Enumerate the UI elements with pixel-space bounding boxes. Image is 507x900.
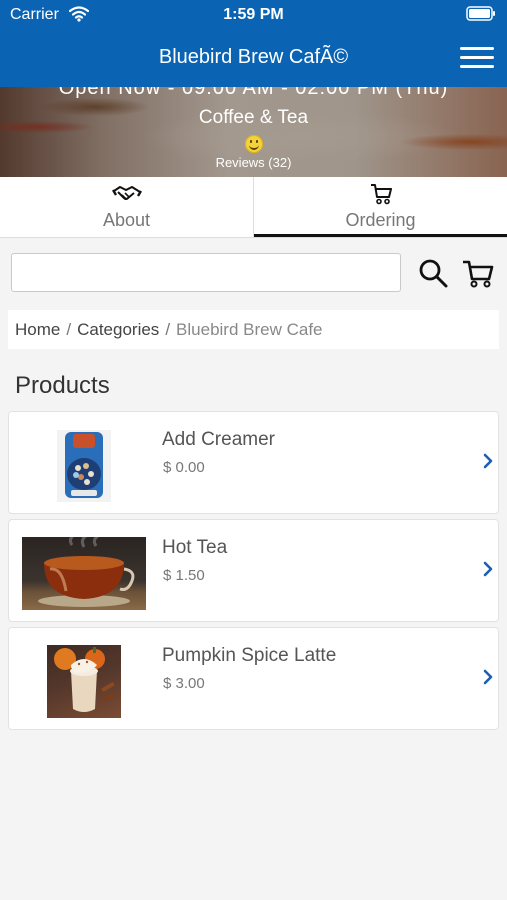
breadcrumb-categories[interactable]: Categories (77, 320, 159, 339)
chevron-right-icon (483, 561, 493, 577)
product-price: $ 1.50 (163, 567, 205, 584)
product-card-pumpkin-spice-latte[interactable]: Pumpkin Spice Latte $ 3.00 (8, 627, 499, 730)
battery-icon (466, 6, 495, 21)
breadcrumb-home[interactable]: Home (15, 320, 60, 339)
tab-ordering-label: Ordering (345, 210, 416, 230)
pumpkin-spice-latte-product-image (47, 645, 121, 718)
store-hours: Open Now - 09:00 AM - 02:00 PM (Thu) (58, 87, 449, 99)
tab-about-label: About (102, 210, 151, 230)
product-card-hot-tea[interactable]: Hot Tea $ 1.50 (8, 519, 499, 622)
search-input[interactable] (11, 253, 401, 292)
cart-icon[interactable] (461, 257, 495, 289)
product-name: Pumpkin Spice Latte (162, 645, 337, 666)
status-time: 1:59 PM (223, 6, 284, 23)
reviews-link[interactable]: Reviews (32) (0, 155, 507, 170)
product-card-add-creamer[interactable]: Add Creamer $ 0.00 (8, 411, 499, 514)
status-bar: Carrier 1:59 PM (0, 0, 507, 30)
store-banner: Open Now - 09:00 AM - 02:00 PM (Thu) Cof… (0, 87, 507, 177)
product-name: Hot Tea (162, 537, 228, 558)
chevron-right-icon (483, 453, 493, 469)
hot-tea-product-image (22, 537, 146, 610)
creamer-product-image (57, 430, 111, 502)
breadcrumb-current: Bluebird Brew Cafe (176, 320, 323, 339)
hamburger-menu-icon[interactable] (460, 47, 494, 69)
breadcrumb-separator: / (165, 320, 171, 339)
product-price: $ 0.00 (163, 459, 205, 476)
tab-about[interactable]: About (0, 177, 254, 237)
handshake-icon (112, 186, 142, 200)
tab-bar: About Ordering (0, 177, 507, 238)
store-category: Coffee & Tea (198, 107, 309, 128)
cart-icon (371, 184, 392, 205)
search-icon[interactable] (417, 257, 449, 289)
app-header: Carrier 1:59 PM Bluebird Brew CafÃ© (0, 0, 507, 87)
product-name: Add Creamer (162, 429, 275, 450)
chevron-right-icon (483, 669, 493, 685)
products-heading: Products (15, 372, 110, 399)
product-price: $ 3.00 (163, 675, 205, 692)
breadcrumb: Home / Categories / Bluebird Brew Cafe (8, 310, 499, 349)
page-title: Bluebird Brew CafÃ© (158, 46, 349, 68)
breadcrumb-separator: / (66, 320, 72, 339)
smiley-face-icon (245, 135, 263, 153)
tab-ordering[interactable]: Ordering (254, 177, 507, 237)
